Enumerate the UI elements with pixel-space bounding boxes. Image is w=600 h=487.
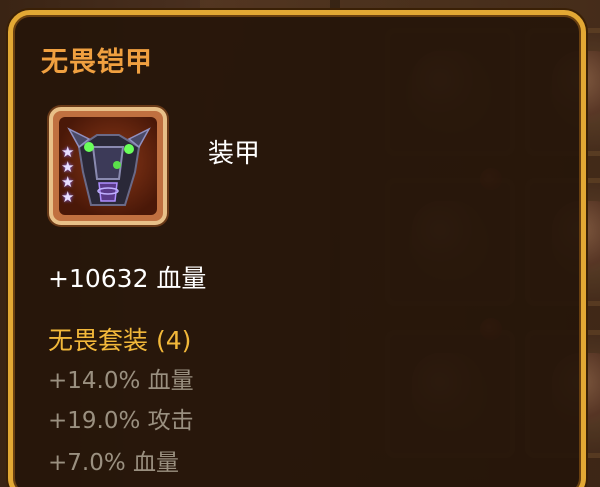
armor-icon: ★ ★ ★ ★ (59, 117, 157, 215)
item-tooltip: 无畏铠甲 ★ ★ ★ ★ 装甲 +10632 血量 无畏套装 (4) +14.0… (8, 10, 586, 487)
set-bonus: +7.0% 血量 (48, 450, 180, 476)
item-icon-frame: ★ ★ ★ ★ (49, 107, 167, 225)
star-rating: ★ ★ ★ ★ (61, 145, 81, 205)
star-icon: ★ (61, 188, 75, 206)
item-type: 装甲 (208, 139, 261, 169)
set-title: 无畏套装 (4) (48, 326, 192, 355)
set-bonus: +19.0% 攻击 (48, 408, 194, 434)
set-bonus: +14.0% 血量 (48, 368, 194, 394)
item-name: 无畏铠甲 (41, 47, 153, 78)
main-stat: +10632 血量 (48, 264, 207, 293)
game-screen: 无畏铠甲 ★ ★ ★ ★ 装甲 +10632 血量 无畏套装 (4) +14.0… (0, 0, 600, 487)
